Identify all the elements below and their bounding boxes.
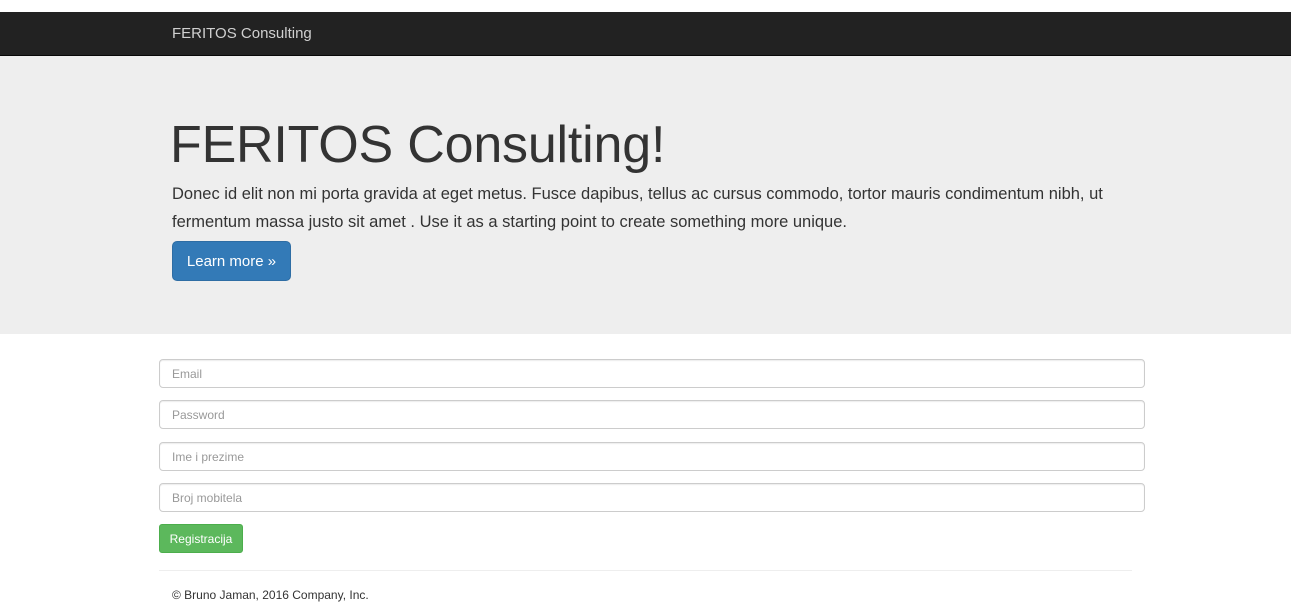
navbar-brand-link[interactable]: FERITOS Consulting <box>172 24 312 44</box>
full-name-field[interactable] <box>159 442 1145 471</box>
register-button[interactable]: Registracija <box>159 524 243 553</box>
registration-form: Registracija © Bruno Jaman, 2016 Company… <box>0 334 1291 602</box>
navbar: FERITOS Consulting <box>0 12 1291 56</box>
footer-divider <box>159 570 1132 571</box>
footer-copyright: © Bruno Jaman, 2016 Company, Inc. <box>172 588 369 602</box>
page-title: FERITOS Consulting! <box>170 116 666 174</box>
email-field[interactable] <box>159 359 1145 388</box>
mobile-number-field[interactable] <box>159 483 1145 512</box>
learn-more-button[interactable]: Learn more » <box>172 241 291 281</box>
intro-paragraph: Donec id elit non mi porta gravida at eg… <box>172 185 1103 231</box>
password-field[interactable] <box>159 400 1145 429</box>
top-spacer <box>0 0 1291 12</box>
jumbotron: FERITOS Consulting! Donec id elit non mi… <box>0 56 1291 334</box>
